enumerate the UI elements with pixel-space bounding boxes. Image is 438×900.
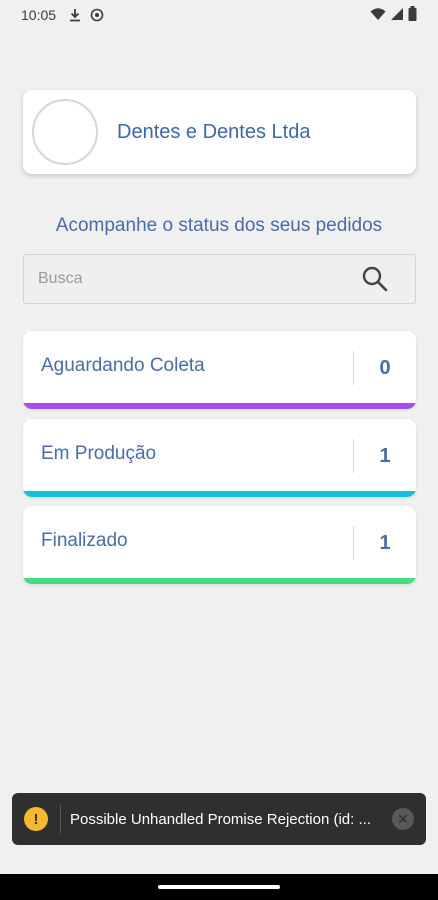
warning-icon: !	[24, 807, 48, 831]
download-icon	[68, 8, 82, 22]
page-subtitle: Acompanhe o status dos seus pedidos	[55, 215, 383, 236]
status-label: Em Produção	[41, 443, 157, 464]
avatar	[32, 99, 98, 165]
status-card-finalizado[interactable]: Finalizado 1	[23, 506, 416, 584]
search-bar	[23, 254, 416, 304]
home-indicator[interactable]	[158, 885, 280, 889]
status-count: 1	[379, 445, 391, 467]
search-icon[interactable]	[361, 265, 389, 293]
status-count: 1	[379, 532, 391, 554]
close-icon[interactable]: ✕	[392, 808, 414, 830]
company-card[interactable]: Dentes e Dentes Ltda	[23, 90, 416, 174]
warning-toast[interactable]: ! Possible Unhandled Promise Rejection (…	[12, 793, 426, 845]
divider	[60, 805, 61, 833]
signal-icon	[390, 7, 404, 24]
status-card-aguardando-coleta[interactable]: Aguardando Coleta 0	[23, 331, 416, 409]
status-color-bar	[23, 403, 416, 409]
battery-icon	[408, 6, 417, 24]
status-color-bar	[23, 578, 416, 584]
search-input[interactable]	[38, 270, 361, 288]
clock: 10:05	[21, 7, 57, 23]
status-bar: 10:05	[0, 0, 438, 30]
wifi-icon	[370, 7, 386, 24]
toast-message: Possible Unhandled Promise Rejection (id…	[70, 810, 371, 828]
company-name: Dentes e Dentes Ltda	[117, 120, 311, 143]
status-card-em-producao[interactable]: Em Produção 1	[23, 419, 416, 497]
status-label: Aguardando Coleta	[41, 355, 205, 376]
status-color-bar	[23, 491, 416, 497]
app-notification-icon	[90, 8, 104, 22]
status-label: Finalizado	[41, 530, 128, 551]
status-count: 0	[379, 357, 391, 379]
navigation-bar	[0, 874, 438, 900]
